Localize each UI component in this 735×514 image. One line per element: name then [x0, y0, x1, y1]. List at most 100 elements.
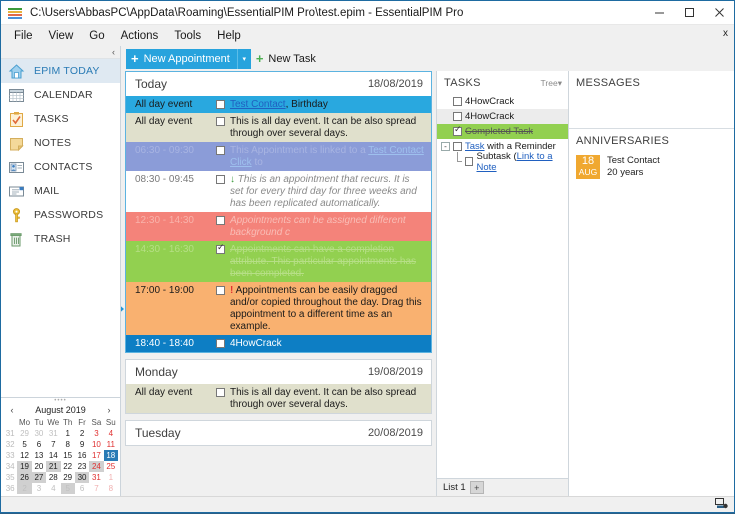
appointment-checkbox[interactable]: [216, 144, 230, 157]
appointment-row[interactable]: All day event Test Contact, Birthday: [126, 96, 431, 113]
tasks-tab-list1[interactable]: List 1: [443, 482, 466, 496]
appointment-checkbox[interactable]: [216, 337, 230, 350]
appointment-checkbox[interactable]: [216, 115, 230, 128]
appointment-row[interactable]: 12:30 - 14:30 Appointments can be assign…: [126, 212, 431, 241]
menu-go[interactable]: Go: [81, 27, 112, 45]
appointment-checkbox[interactable]: [216, 243, 230, 256]
calendar-day-5[interactable]: 5: [17, 439, 31, 450]
sidebar-item-notes[interactable]: NOTES: [1, 131, 120, 155]
task-row[interactable]: 4HowCrack: [437, 94, 568, 109]
calendar-day-14[interactable]: 14: [46, 450, 60, 461]
new-task-button[interactable]: + New Task: [251, 49, 323, 69]
menu-actions[interactable]: Actions: [113, 27, 167, 45]
sidebar-collapse-button[interactable]: ‹: [1, 46, 120, 59]
task-checkbox[interactable]: [453, 125, 462, 136]
link-text[interactable]: Test Contact: [230, 99, 286, 110]
add-list-button[interactable]: +: [469, 481, 484, 494]
sidebar-item-tasks[interactable]: TASKS: [1, 107, 120, 131]
appointment-row[interactable]: 14:30 - 16:30 Appointments can have a co…: [126, 241, 431, 282]
calendar-day-30[interactable]: 30: [74, 472, 90, 483]
calendar-day-8[interactable]: 8: [61, 439, 75, 450]
calendar-day-26[interactable]: 26: [17, 472, 32, 483]
tab-close-icon[interactable]: x: [723, 28, 728, 39]
new-appointment-dropdown-button[interactable]: ▾: [236, 48, 251, 69]
menu-file[interactable]: File: [6, 27, 41, 45]
menu-help[interactable]: Help: [209, 27, 249, 45]
sync-settings-icon[interactable]: [715, 496, 728, 514]
calendar-day-24[interactable]: 24: [89, 461, 104, 472]
calendar-day-3[interactable]: 3: [89, 428, 103, 439]
task-checkbox[interactable]: [453, 142, 462, 151]
sidebar-item-contacts[interactable]: CONTACTS: [1, 155, 120, 179]
calendar-day-29[interactable]: 29: [17, 428, 31, 439]
maximize-button[interactable]: [674, 1, 704, 25]
calendar-day-20[interactable]: 20: [32, 461, 46, 472]
appointment-row[interactable]: All day event This is all day event. It …: [126, 113, 431, 142]
calendar-day-16[interactable]: 16: [75, 450, 89, 461]
calendar-day-27[interactable]: 27: [31, 472, 47, 483]
task-checkbox[interactable]: [453, 112, 462, 121]
calendar-day-15[interactable]: 15: [61, 450, 75, 461]
tasks-view-dropdown[interactable]: Tree▾: [541, 78, 562, 89]
task-checkbox[interactable]: [453, 97, 462, 106]
next-month-button[interactable]: ›: [104, 405, 114, 415]
task-row[interactable]: Subtask (Link to a Note: [437, 151, 568, 173]
calendar-day-28[interactable]: 28: [46, 472, 60, 483]
calendar-day-13[interactable]: 13: [32, 450, 46, 461]
calendar-day-2[interactable]: 2: [17, 483, 32, 494]
anniversary-item[interactable]: 18 AUG Test Contact 20 years: [569, 152, 734, 179]
calendar-day-3[interactable]: 3: [32, 483, 46, 494]
appointment-checkbox[interactable]: [216, 386, 230, 399]
prev-month-button[interactable]: ‹: [7, 405, 17, 415]
calendar-day-6[interactable]: 6: [32, 439, 46, 450]
calendar-day-18[interactable]: 18: [103, 450, 118, 461]
calendar-day-1[interactable]: 1: [61, 428, 75, 439]
task-row[interactable]: Completed Task: [437, 124, 568, 139]
minimize-button[interactable]: [644, 1, 674, 25]
calendar-day-22[interactable]: 22: [61, 461, 75, 472]
calendar-day-1[interactable]: 1: [104, 472, 118, 483]
sidebar-item-mail[interactable]: MAIL: [1, 179, 120, 203]
calendar-day-31[interactable]: 31: [89, 472, 103, 483]
calendar-day-30[interactable]: 30: [32, 428, 46, 439]
appointment-checkbox[interactable]: [216, 214, 230, 227]
menu-view[interactable]: View: [41, 27, 82, 45]
calendar-day-7[interactable]: 7: [46, 439, 60, 450]
new-appointment-button[interactable]: + New Appointment: [126, 48, 237, 69]
calendar-day-25[interactable]: 25: [104, 461, 118, 472]
link-text[interactable]: Click: [230, 157, 252, 168]
task-row[interactable]: 4HowCrack: [437, 109, 568, 124]
calendar-day-31[interactable]: 31: [46, 428, 60, 439]
appointment-checkbox[interactable]: [216, 284, 230, 297]
calendar-day-29[interactable]: 29: [61, 472, 75, 483]
calendar-day-11[interactable]: 11: [104, 439, 118, 450]
task-checkbox[interactable]: [465, 157, 474, 166]
calendar-day-2[interactable]: 2: [75, 428, 89, 439]
appointment-row[interactable]: 18:40 - 18:40 4HowCrack: [126, 335, 431, 352]
calendar-day-7[interactable]: 7: [89, 483, 103, 494]
calendar-day-23[interactable]: 23: [75, 461, 89, 472]
appointment-checkbox[interactable]: [216, 173, 230, 186]
calendar-day-19[interactable]: 19: [17, 461, 32, 472]
calendar-day-9[interactable]: 9: [75, 439, 89, 450]
appointment-row[interactable]: All day event This is all day event. It …: [126, 384, 431, 413]
calendar-day-4[interactable]: 4: [46, 483, 60, 494]
appointment-row[interactable]: 08:30 - 09:45 ↓ This is an appointment t…: [126, 171, 431, 212]
link-text[interactable]: Test Contact: [368, 145, 424, 156]
sidebar-item-calendar[interactable]: CALENDAR: [1, 83, 120, 107]
menu-tools[interactable]: Tools: [166, 27, 209, 45]
close-button[interactable]: [704, 1, 734, 25]
calendar-day-4[interactable]: 4: [104, 428, 118, 439]
appointment-row[interactable]: 17:00 - 19:00 ! Appointments can be easi…: [121, 282, 431, 335]
appointment-checkbox[interactable]: [216, 98, 230, 111]
sidebar-item-trash[interactable]: TRASH: [1, 227, 120, 251]
calendar-day-8[interactable]: 8: [104, 483, 118, 494]
calendar-day-6[interactable]: 6: [75, 483, 89, 494]
calendar-day-10[interactable]: 10: [89, 439, 103, 450]
sidebar-item-epim-today[interactable]: EPIM TODAY: [1, 59, 120, 83]
calendar-day-5[interactable]: 5: [60, 483, 75, 494]
sidebar-item-passwords[interactable]: PASSWORDS: [1, 203, 120, 227]
tree-expander-icon[interactable]: -: [441, 142, 450, 151]
calendar-day-21[interactable]: 21: [46, 461, 61, 472]
calendar-day-17[interactable]: 17: [89, 450, 103, 461]
